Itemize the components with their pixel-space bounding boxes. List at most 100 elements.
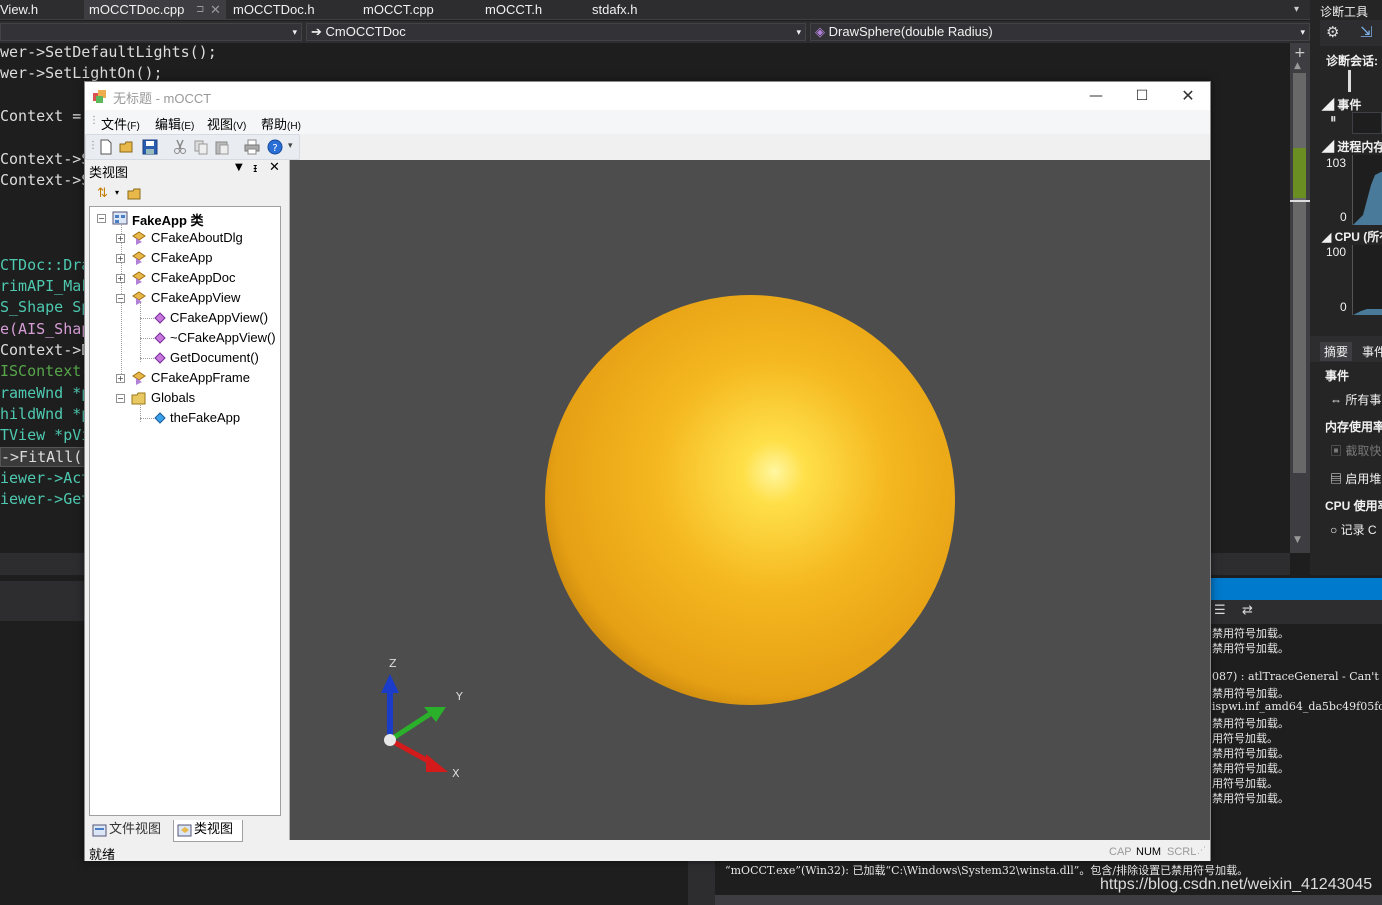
menu-label: 帮助 xyxy=(261,117,288,132)
tree-item-getdocument[interactable]: GetDocument() xyxy=(170,350,259,365)
tab-stdafx-h[interactable]: stdafx.h xyxy=(592,0,682,20)
output-window-titlebar[interactable] xyxy=(1210,578,1382,600)
toolbar-overflow-icon[interactable]: ▾ xyxy=(288,141,293,151)
chevron-down-icon[interactable]: ▾ xyxy=(115,188,119,197)
close-icon[interactable]: ✕ xyxy=(269,160,280,175)
scroll-up-icon[interactable]: ▲ xyxy=(1294,61,1301,71)
tab-mocctdoc-cpp[interactable]: mOCCTDoc.cpp ⊐ ✕ xyxy=(84,0,226,20)
help-icon[interactable]: ? xyxy=(267,139,283,155)
scope-dropdown[interactable]: ▾ xyxy=(0,23,302,41)
member-dropdown[interactable]: ➔ CmOCCTDoc ▾ xyxy=(306,23,806,41)
maximize-button[interactable]: ☐ xyxy=(1119,82,1165,110)
events-header[interactable]: ◢ 事件 xyxy=(1322,96,1361,113)
tree-item-cfakeapp[interactable]: CFakeApp xyxy=(151,250,212,265)
minimize-button[interactable]: — xyxy=(1073,82,1119,110)
expand-icon[interactable]: + xyxy=(116,374,125,383)
paste-icon[interactable] xyxy=(214,139,230,155)
cut-icon[interactable] xyxy=(172,139,188,155)
code-line: CTDoc::Dra xyxy=(0,256,91,274)
output-line: 用符号加载。 xyxy=(1212,777,1278,790)
app-window: 无标题 - mOCCT — ☐ ✕ ⋮ 文件(F) 编辑(E) 视图(V) 帮助… xyxy=(84,81,1211,863)
menu-help[interactable]: 帮助(H) xyxy=(261,114,301,133)
memory-max-label: 103 xyxy=(1326,156,1347,170)
viewport-canvas xyxy=(381,295,955,772)
output-line: 禁用符号加载。 xyxy=(1212,627,1289,640)
expand-icon[interactable]: + xyxy=(116,254,125,263)
export-icon[interactable]: ⇲ xyxy=(1360,23,1373,41)
expand-icon[interactable]: + xyxy=(116,234,125,243)
editor-vertical-scrollbar[interactable]: + ▲ ▼ xyxy=(1290,43,1310,553)
tree-item-destructor[interactable]: ~CFakeAppView() xyxy=(170,330,276,345)
output-horizontal-scrollbar[interactable] xyxy=(715,895,1382,905)
scroll-down-icon[interactable]: ▼ xyxy=(1294,535,1301,545)
copy-icon[interactable] xyxy=(193,139,209,155)
tree-item-cfakeappframe[interactable]: CFakeAppFrame xyxy=(151,370,250,385)
scrollbar-thumb[interactable] xyxy=(1293,73,1306,473)
all-events-label: 所有事 xyxy=(1345,393,1382,407)
tab-view-h[interactable]: View.h xyxy=(0,0,84,20)
tab-file-view[interactable]: 文件视图 xyxy=(89,820,171,842)
tree-root-label[interactable]: FakeApp 类 xyxy=(132,210,204,229)
cpu-header[interactable]: ◢ CPU (所有 xyxy=(1322,228,1382,245)
word-wrap-icon[interactable]: ⇄ xyxy=(1242,603,1253,618)
new-folder-icon[interactable] xyxy=(127,186,143,202)
menu-file[interactable]: 文件(F) xyxy=(101,114,140,133)
collapse-icon[interactable]: − xyxy=(116,394,125,403)
tab-mocctdoc-h[interactable]: mOCCTDoc.h xyxy=(233,0,343,20)
status-bar: 就绪 CAP NUM SCRL ⋰ xyxy=(85,842,1210,863)
method-icon xyxy=(154,352,166,364)
all-events-link[interactable]: ⇔ 所有事 xyxy=(1330,391,1381,408)
tab-events[interactable]: 事件 xyxy=(1362,343,1382,360)
tab-mocct-h[interactable]: mOCCT.h xyxy=(485,0,575,20)
cpu-graph xyxy=(1352,245,1382,315)
open-folder-icon[interactable] xyxy=(119,139,135,155)
resize-grip-icon[interactable]: ⋰ xyxy=(1197,846,1206,856)
process-memory-header[interactable]: ◢ 进程内存 xyxy=(1322,138,1382,155)
chevron-down-icon: ▾ xyxy=(1300,27,1305,37)
tab-overflow-icon[interactable]: ▾ xyxy=(1294,0,1308,20)
new-file-icon[interactable] xyxy=(98,139,114,155)
class-tree[interactable]: − FakeApp 类 + CFakeAboutDlg + CFakeApp +… xyxy=(89,206,281,816)
collapse-icon[interactable]: − xyxy=(116,294,125,303)
tree-item-cfakeappview[interactable]: CFakeAppView xyxy=(151,290,240,305)
pin-icon[interactable]: ᵻ xyxy=(253,161,257,175)
record-button[interactable]: ○ 记录 C xyxy=(1330,521,1377,538)
tree-item-constructor[interactable]: CFakeAppView() xyxy=(170,310,268,325)
tab-class-view[interactable]: 类视图 xyxy=(173,820,243,842)
tab-label: mOCCT.h xyxy=(485,2,543,17)
clear-all-icon[interactable]: ☰ xyxy=(1214,603,1226,618)
close-icon: ✕ xyxy=(1181,86,1195,105)
menu-edit[interactable]: 编辑(E) xyxy=(155,114,194,133)
tree-item-cfakeappdoc[interactable]: CFakeAppDoc xyxy=(151,270,236,285)
print-icon[interactable] xyxy=(244,139,260,155)
3d-viewport[interactable]: Z Y X xyxy=(289,160,1210,840)
tree-item-thefakeapp[interactable]: theFakeApp xyxy=(170,410,240,425)
toolbar-gripper: ⋮ xyxy=(88,140,98,151)
tree-item-cfakeaboutdlg[interactable]: CFakeAboutDlg xyxy=(151,230,243,245)
gear-icon[interactable]: ⚙ xyxy=(1326,23,1339,41)
maximize-icon: ☐ xyxy=(1135,88,1149,104)
class-view-header[interactable]: 类视图 ▼ ᵻ ✕ xyxy=(85,160,287,181)
dropdown-icon[interactable]: ▼ xyxy=(235,162,243,173)
collapse-icon[interactable]: − xyxy=(97,214,106,223)
pin-icon[interactable]: ⊐ xyxy=(196,0,204,19)
sort-icon[interactable]: ⇅ xyxy=(97,186,108,201)
split-icon[interactable]: + xyxy=(1294,45,1306,61)
function-dropdown[interactable]: ◈ DrawSphere(double Radius) ▾ xyxy=(810,23,1310,41)
sphere-shape[interactable] xyxy=(545,295,955,705)
menu-view[interactable]: 视图(V) xyxy=(207,114,246,133)
save-icon[interactable] xyxy=(142,139,158,155)
enable-heap-button[interactable]: ▤ 启用堆 xyxy=(1330,470,1381,487)
snapshot-button[interactable]: ▣ 截取快 xyxy=(1330,442,1381,459)
tree-item-globals[interactable]: Globals xyxy=(151,390,195,405)
output-line: 用符号加载。 xyxy=(1212,732,1278,745)
tab-summary[interactable]: 摘要 xyxy=(1320,342,1353,361)
close-icon[interactable]: ✕ xyxy=(210,0,221,19)
close-button[interactable]: ✕ xyxy=(1165,82,1211,110)
tab-mocct-cpp[interactable]: mOCCT.cpp xyxy=(363,0,463,20)
app-titlebar[interactable]: 无标题 - mOCCT — ☐ ✕ xyxy=(85,82,1210,110)
y-axis-label: Y xyxy=(456,690,463,703)
arrow-icon: ➔ xyxy=(311,24,322,39)
pause-icon[interactable]: ⏸ xyxy=(1330,112,1337,127)
expand-icon[interactable]: + xyxy=(116,274,125,283)
